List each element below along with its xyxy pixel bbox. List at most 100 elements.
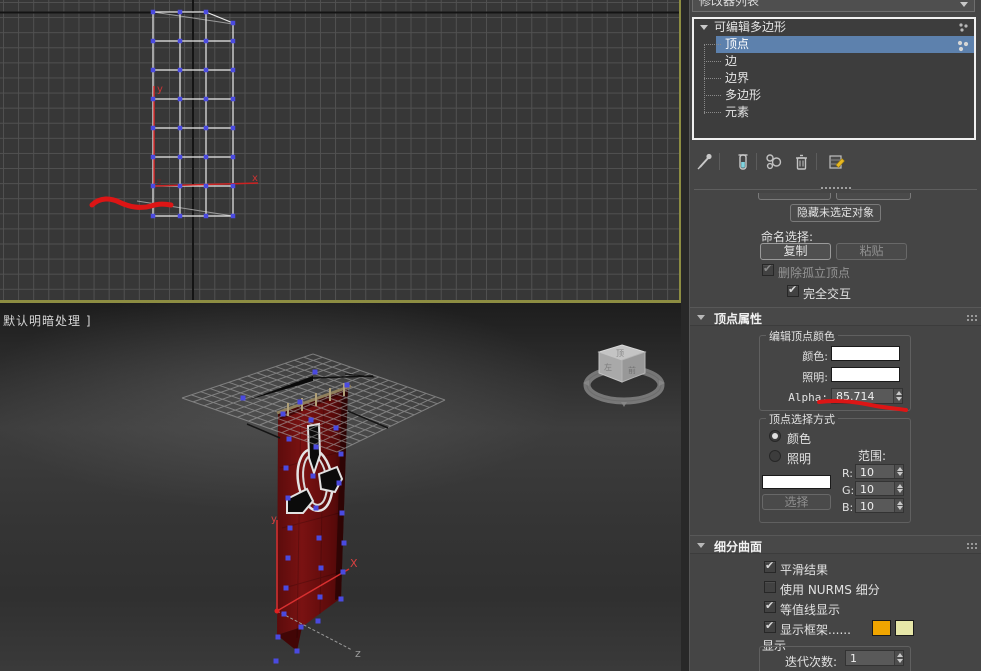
cage-selected-color-swatch[interactable] <box>895 620 914 636</box>
axis-y-label: y <box>271 514 277 525</box>
spinner-arrows-icon[interactable] <box>894 465 903 478</box>
axis-z-label: z <box>355 647 361 660</box>
configure-modifier-sets-icon[interactable] <box>828 152 846 172</box>
hide-unselected-button[interactable]: 隐藏未选定对象 <box>790 204 881 222</box>
main-window: y x z 默认明暗处理 ] y X z 顶 左 前 修改器列表 可编辑多边形 … <box>0 0 981 671</box>
stack-item-label: 边界 <box>725 71 750 85</box>
use-nurms-checkbox[interactable] <box>764 581 776 593</box>
rollout-splitter[interactable] <box>694 187 977 191</box>
home-grid <box>181 353 446 453</box>
tree-stub <box>704 44 721 45</box>
copy-button[interactable]: 复制 <box>760 243 831 260</box>
subdivision-surface-rollout-header[interactable]: 细分曲面 <box>690 535 981 554</box>
cage-color-swatch[interactable] <box>872 620 891 636</box>
stack-item-label: 边 <box>725 54 738 68</box>
checkmark-icon: ✔ <box>765 599 775 612</box>
b-spinner[interactable]: 10 <box>855 498 904 513</box>
select-button[interactable]: 选择 <box>762 494 831 510</box>
stack-item-label: 多边形 <box>725 88 762 102</box>
match-color-swatch[interactable] <box>762 475 831 489</box>
clipped-button[interactable] <box>758 193 831 200</box>
spinner-arrows-icon[interactable] <box>894 482 903 495</box>
expand-triangle-icon[interactable] <box>700 25 708 30</box>
iterations-label: 迭代次数: <box>785 655 838 669</box>
color-label: 颜色: <box>802 350 828 363</box>
stack-row-edge[interactable]: 边 <box>694 53 974 70</box>
checkmark-icon: ✔ <box>763 262 773 275</box>
spinner-arrows-icon[interactable] <box>894 499 903 512</box>
stack-row-vertex[interactable]: 顶点 <box>694 36 974 53</box>
iterations-spinner[interactable]: 1 <box>845 650 904 666</box>
clipped-button[interactable] <box>836 193 911 200</box>
select-by-illumination-radio[interactable] <box>769 450 781 462</box>
full-interactivity-checkbox[interactable]: ✔ <box>787 283 799 297</box>
show-cage-label: 显示框架...... <box>780 623 851 637</box>
red-scribble-annotation <box>89 196 174 210</box>
stack-row-element[interactable]: 元素 <box>694 104 974 121</box>
range-label: 范围: <box>858 449 887 463</box>
viewport-panel-divider <box>681 0 690 671</box>
viewcube-top-label: 顶 <box>616 349 624 358</box>
isoline-display-label: 等值线显示 <box>780 603 841 617</box>
stack-root-label: 可编辑多边形 <box>714 20 787 34</box>
paste-button[interactable]: 粘贴 <box>836 243 907 260</box>
select-by-color-label: 颜色 <box>787 432 812 446</box>
use-nurms-label: 使用 NURMS 细分 <box>780 583 880 597</box>
viewcube-front-label: 前 <box>628 365 636 375</box>
show-end-result-icon[interactable] <box>734 152 752 172</box>
isoline-display-checkbox[interactable]: ✔ <box>764 599 776 613</box>
delete-isolated-vertices-checkbox[interactable]: ✔ <box>762 262 774 276</box>
command-panel: 修改器列表 可编辑多边形 顶点 边 边界 多边形 元素 隐藏未选定对象 命名选择… <box>690 0 981 671</box>
pin-stack-icon[interactable] <box>696 152 714 172</box>
smooth-result-checkbox[interactable]: ✔ <box>764 559 776 573</box>
full-interactivity-label: 完全交互 <box>803 287 852 301</box>
vertex-color-swatch[interactable] <box>831 346 900 361</box>
remove-modifier-trash-icon[interactable] <box>793 152 811 172</box>
viewcube[interactable]: 顶 左 前 <box>583 344 665 407</box>
spinner-arrows-icon[interactable] <box>894 651 903 665</box>
tree-stub <box>704 78 721 79</box>
modifier-list-dropdown[interactable]: 修改器列表 <box>692 0 975 12</box>
viewport-front[interactable]: y x z <box>0 0 681 303</box>
illumination-color-swatch[interactable] <box>831 367 900 382</box>
checkmark-icon: ✔ <box>765 619 775 632</box>
alpha-label: Alpha: <box>788 391 828 404</box>
rollout-collapse-icon[interactable] <box>697 543 705 548</box>
alpha-spinner[interactable]: 85.714 <box>831 388 903 404</box>
toolbar-separator <box>756 153 757 170</box>
checkmark-icon: ✔ <box>765 559 775 572</box>
perspective-viewport-canvas: y X z 顶 左 前 <box>181 344 665 664</box>
viewport-perspective[interactable]: 默认明暗处理 ] y X z 顶 左 前 <box>0 303 681 671</box>
r-spinner[interactable]: 10 <box>855 464 904 479</box>
rollout-collapse-icon[interactable] <box>697 315 705 320</box>
b-value: 10 <box>860 500 874 513</box>
axis-x-label: X <box>350 557 358 570</box>
splitter-grip-icon[interactable] <box>820 187 851 191</box>
r-label: R: <box>842 467 854 480</box>
g-spinner[interactable]: 10 <box>855 481 904 496</box>
modifier-stack: 可编辑多边形 顶点 边 边界 多边形 元素 <box>692 17 976 140</box>
make-unique-icon[interactable] <box>765 152 783 172</box>
toolbar-separator <box>816 153 817 170</box>
stack-row-editable-poly[interactable]: 可编辑多边形 <box>694 19 974 36</box>
stack-toolbar <box>690 150 981 174</box>
stack-item-label: 顶点 <box>725 37 750 51</box>
axis-y-label: y <box>157 84 163 95</box>
g-value: 10 <box>860 483 874 496</box>
show-cage-checkbox[interactable]: ✔ <box>764 619 776 633</box>
delete-isolated-vertices-label: 删除孤立顶点 <box>778 266 851 280</box>
select-by-illumination-label: 照明 <box>787 452 812 466</box>
axis-x-label: x <box>252 173 258 184</box>
rollout-grip-icon <box>967 315 969 317</box>
tree-stub <box>704 61 721 62</box>
viewcube-left-label: 左 <box>604 362 612 372</box>
spinner-arrows-icon[interactable] <box>893 389 902 403</box>
rollout-grip-icon <box>967 543 969 545</box>
select-by-color-radio[interactable] <box>769 430 781 442</box>
stack-row-polygon[interactable]: 多边形 <box>694 87 974 104</box>
stack-row-border[interactable]: 边界 <box>694 70 974 87</box>
rollout-title: 顶点属性 <box>714 312 763 326</box>
subobject-dots-icon <box>959 23 968 32</box>
vertex-properties-rollout-header[interactable]: 顶点属性 <box>690 307 981 326</box>
axis-z-label: z <box>157 177 161 186</box>
